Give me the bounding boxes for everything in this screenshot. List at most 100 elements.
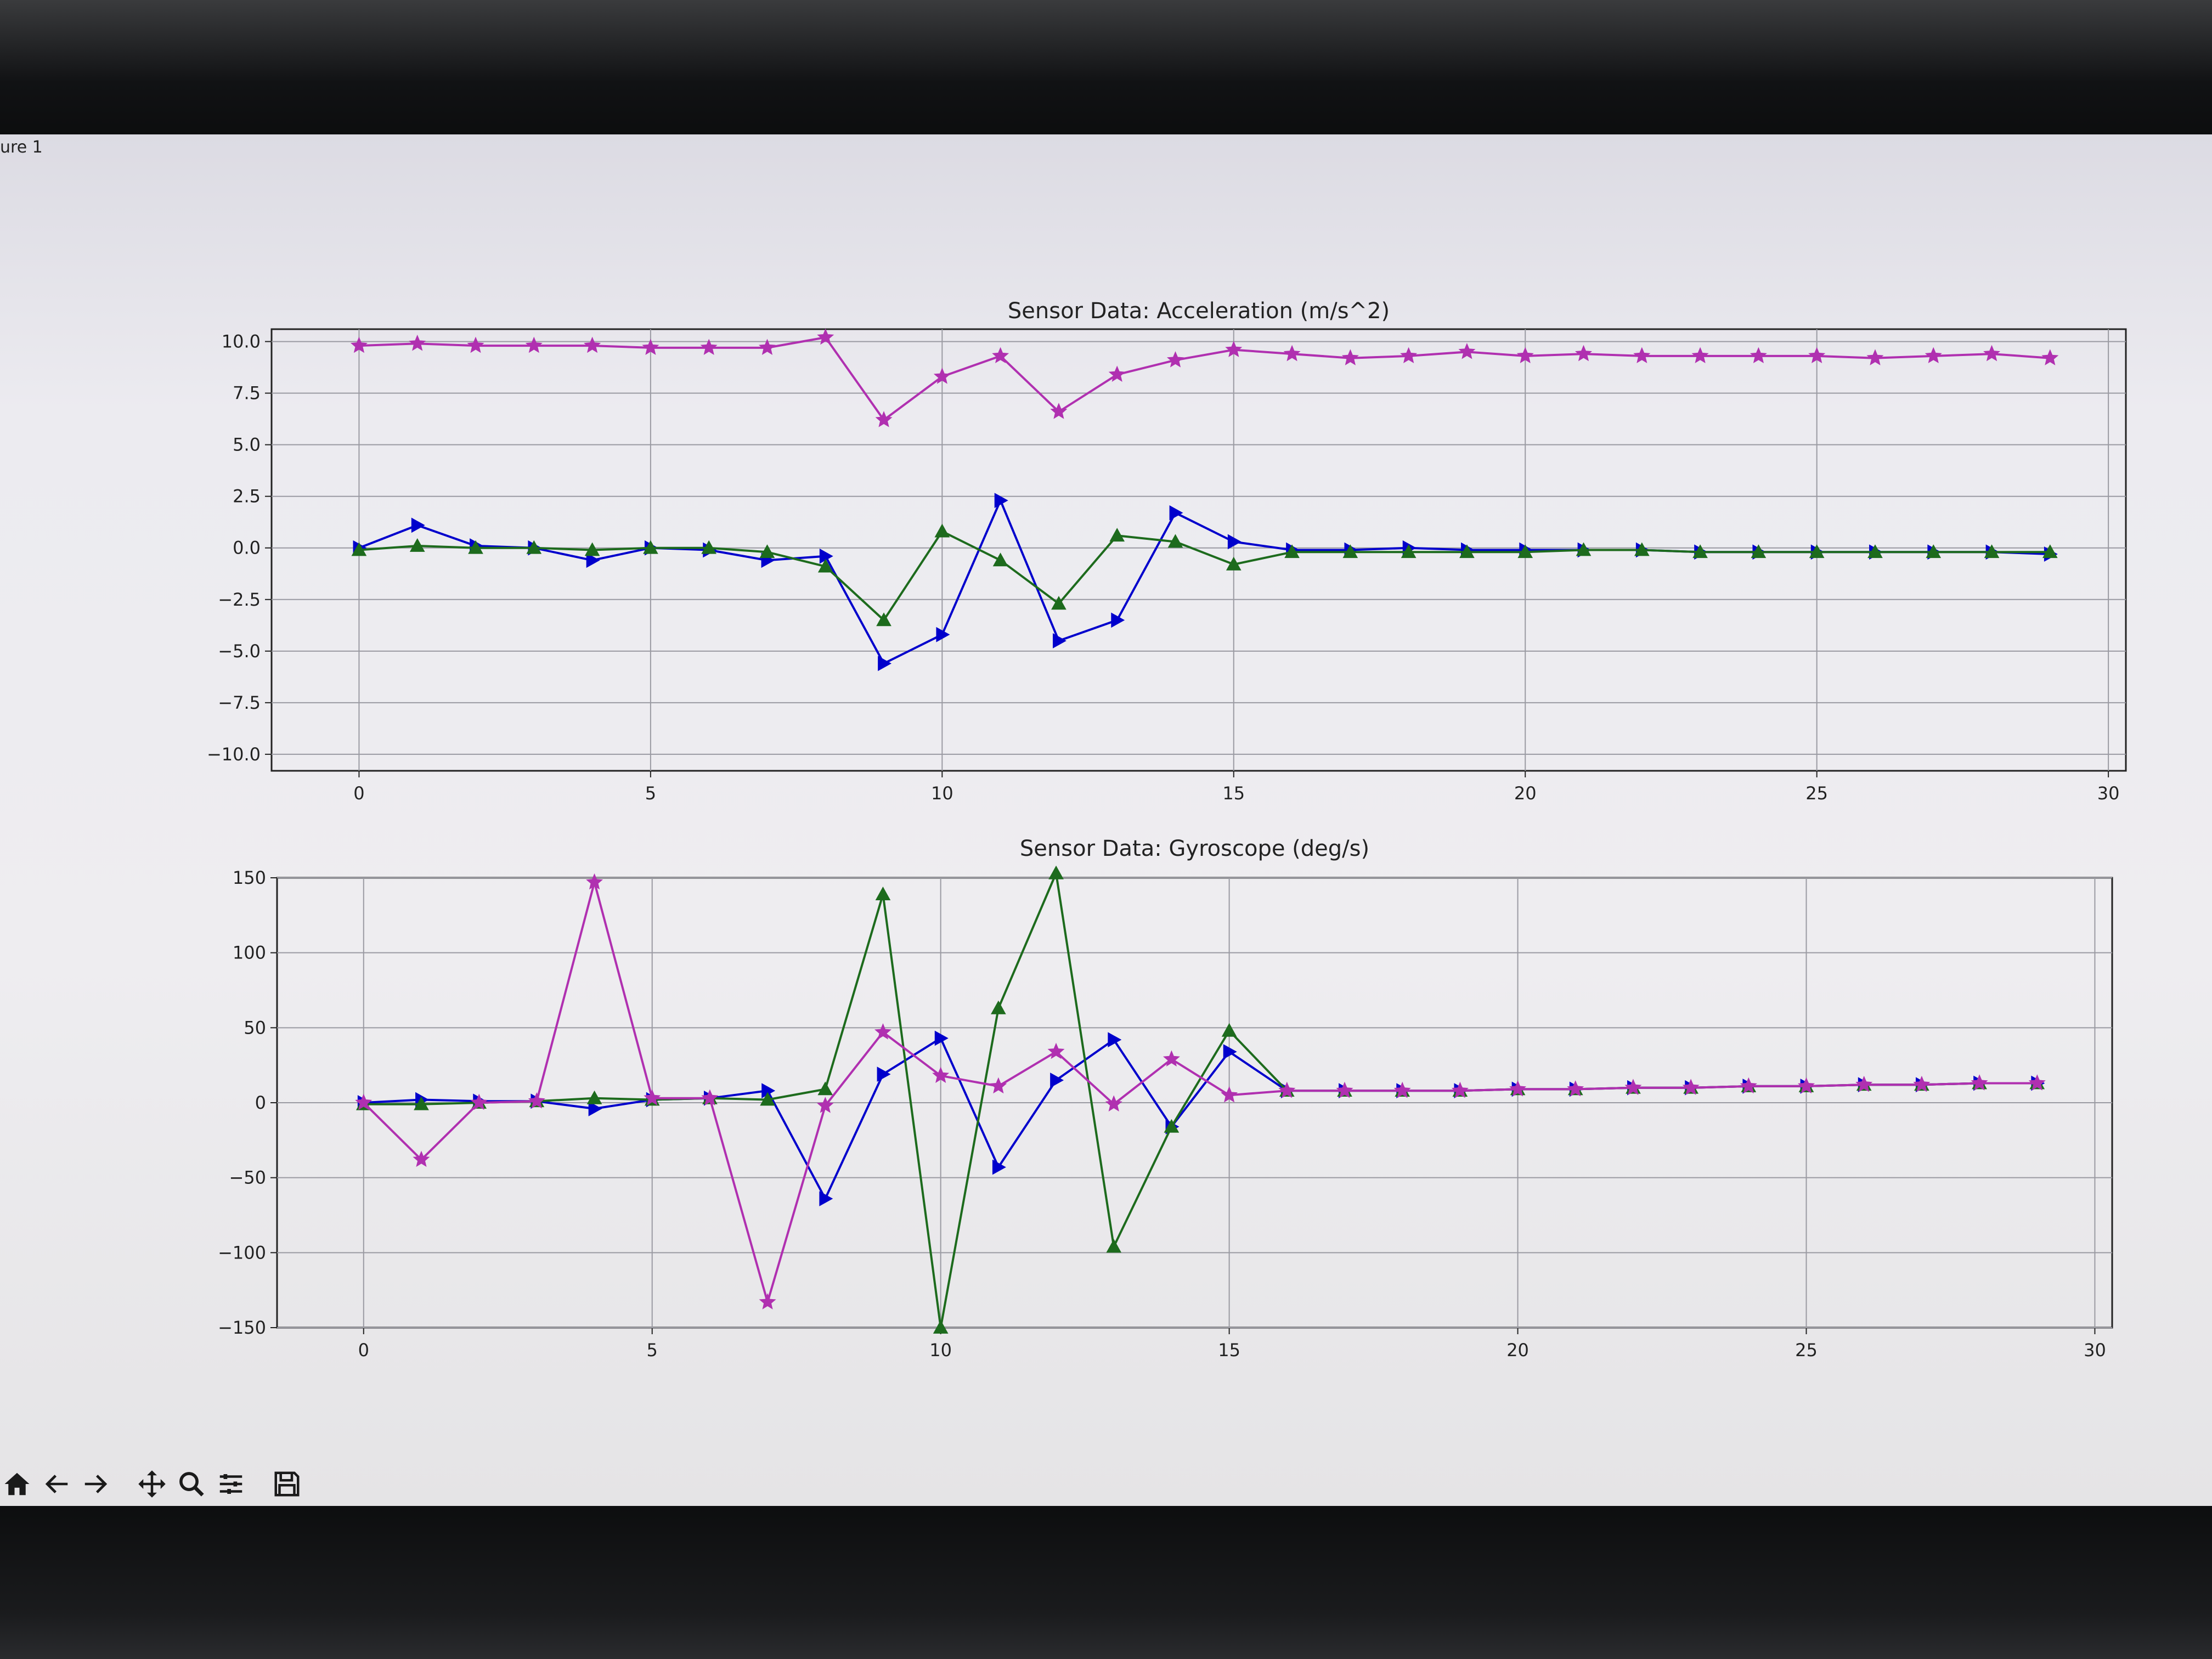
data-point xyxy=(1106,1239,1122,1253)
x-tick-label: 25 xyxy=(1805,783,1828,804)
data-point xyxy=(409,334,426,351)
data-point xyxy=(1575,345,1593,362)
y-tick-label: 50 xyxy=(244,1017,266,1038)
back-button[interactable] xyxy=(40,1465,74,1503)
arrow-right-icon xyxy=(84,1475,108,1493)
data-point xyxy=(934,1030,949,1046)
sliders-icon xyxy=(219,1474,242,1494)
x-tick-label: 0 xyxy=(358,1340,369,1361)
data-point xyxy=(990,1077,1007,1094)
y-tick-label: 0 xyxy=(255,1092,266,1113)
data-point xyxy=(877,1066,891,1082)
data-point xyxy=(584,336,601,353)
data-point xyxy=(934,523,950,538)
data-point xyxy=(936,627,950,642)
data-point xyxy=(467,336,484,353)
save-button[interactable] xyxy=(270,1465,304,1503)
chart-title: Sensor Data: Acceleration (m/s^2) xyxy=(1008,298,1390,324)
data-point xyxy=(992,1159,1006,1175)
data-point xyxy=(994,493,1008,509)
figure-canvas: Sensor Data: Acceleration (m/s^2) 0 5 10 15 2… xyxy=(207,298,2127,1361)
data-point xyxy=(1633,347,1651,364)
data-point xyxy=(1750,347,1767,364)
data-point xyxy=(1691,347,1709,364)
x-tick-label: 5 xyxy=(645,783,656,804)
data-point xyxy=(1109,528,1125,542)
series-line-1 xyxy=(359,530,2050,622)
x-tick-label: 0 xyxy=(353,783,364,804)
arrow-left-icon xyxy=(45,1475,68,1493)
x-tick-label: 15 xyxy=(1218,1340,1240,1361)
series-line-2 xyxy=(359,336,2050,421)
data-point xyxy=(525,336,543,353)
monitor-bezel-bottom xyxy=(0,1506,2212,1659)
data-point xyxy=(2041,349,2059,365)
data-point xyxy=(1169,505,1183,521)
y-tick-label: −10.0 xyxy=(207,744,261,765)
x-tick-label: 10 xyxy=(931,783,953,804)
data-point xyxy=(1283,345,1301,362)
data-point xyxy=(1166,351,1184,368)
y-tick-label: 5.0 xyxy=(233,435,261,455)
data-point xyxy=(1048,865,1064,879)
gyroscope-chart: Sensor Data: Gyroscope (deg/s) 0 5 10 15 20 25… xyxy=(218,836,2113,1361)
data-point xyxy=(878,656,892,672)
y-tick-label: −7.5 xyxy=(218,692,261,713)
series-line-1 xyxy=(363,872,2038,1329)
monitor-bezel-top xyxy=(0,0,2212,137)
y-tick-label: −100 xyxy=(218,1242,266,1263)
data-point xyxy=(1223,1044,1237,1059)
data-point xyxy=(819,1191,833,1206)
y-tick-label: −150 xyxy=(218,1317,266,1338)
data-point xyxy=(1925,347,1942,364)
home-button[interactable] xyxy=(0,1465,34,1503)
data-point xyxy=(1400,347,1418,364)
acceleration-chart: Sensor Data: Acceleration (m/s^2) 0 5 10 15 2… xyxy=(207,298,2127,804)
data-point xyxy=(991,1000,1006,1014)
data-point xyxy=(817,1081,833,1096)
y-tick-label: −5.0 xyxy=(218,641,261,662)
y-tick-label: 10.0 xyxy=(222,331,261,352)
series-line-0 xyxy=(358,499,2050,665)
data-point xyxy=(1983,345,2001,362)
y-tick-label: 2.5 xyxy=(233,486,261,507)
data-point xyxy=(1227,534,1242,550)
floppy-icon xyxy=(274,1471,300,1497)
move-icon xyxy=(138,1470,166,1498)
data-point xyxy=(586,873,603,890)
x-tick-label: 15 xyxy=(1222,783,1245,804)
data-point xyxy=(1341,349,1359,365)
data-point xyxy=(875,887,891,900)
x-tick-label: 20 xyxy=(1514,783,1537,804)
y-tick-label: 100 xyxy=(233,943,266,963)
x-tick-label: 10 xyxy=(929,1340,952,1361)
configure-subplots-button[interactable] xyxy=(214,1465,248,1503)
data-point xyxy=(1053,633,1066,648)
data-point xyxy=(1866,349,1884,365)
y-tick-label: −2.5 xyxy=(218,589,261,610)
pan-button[interactable] xyxy=(135,1465,169,1503)
x-tick-label: 5 xyxy=(647,1340,658,1361)
figure-window: ure 1 Sensor Data: Acceleration (m/s^2) 0… xyxy=(0,134,2212,1509)
navigation-toolbar xyxy=(0,1457,340,1511)
x-tick-label: 30 xyxy=(2084,1340,2106,1361)
y-tick-label: 7.5 xyxy=(233,383,261,404)
data-point xyxy=(1108,1032,1122,1048)
data-point xyxy=(1111,612,1125,628)
data-point xyxy=(1221,1023,1237,1037)
y-tick-label: 150 xyxy=(233,867,266,888)
data-point xyxy=(1458,343,1476,359)
home-icon xyxy=(4,1472,30,1496)
magnifier-icon xyxy=(179,1472,204,1497)
series-line-2 xyxy=(363,881,2038,1304)
data-point xyxy=(411,517,425,533)
x-tick-label: 25 xyxy=(1795,1340,1818,1361)
series-line-0 xyxy=(363,1037,2038,1200)
x-tick-label: 20 xyxy=(1506,1340,1529,1361)
data-point xyxy=(992,552,1008,567)
forward-button[interactable] xyxy=(79,1465,113,1503)
x-tick-label: 30 xyxy=(2097,783,2120,804)
chart-title: Sensor Data: Gyroscope (deg/s) xyxy=(1020,836,1369,861)
zoom-button[interactable] xyxy=(174,1465,208,1503)
data-point xyxy=(759,1293,776,1310)
